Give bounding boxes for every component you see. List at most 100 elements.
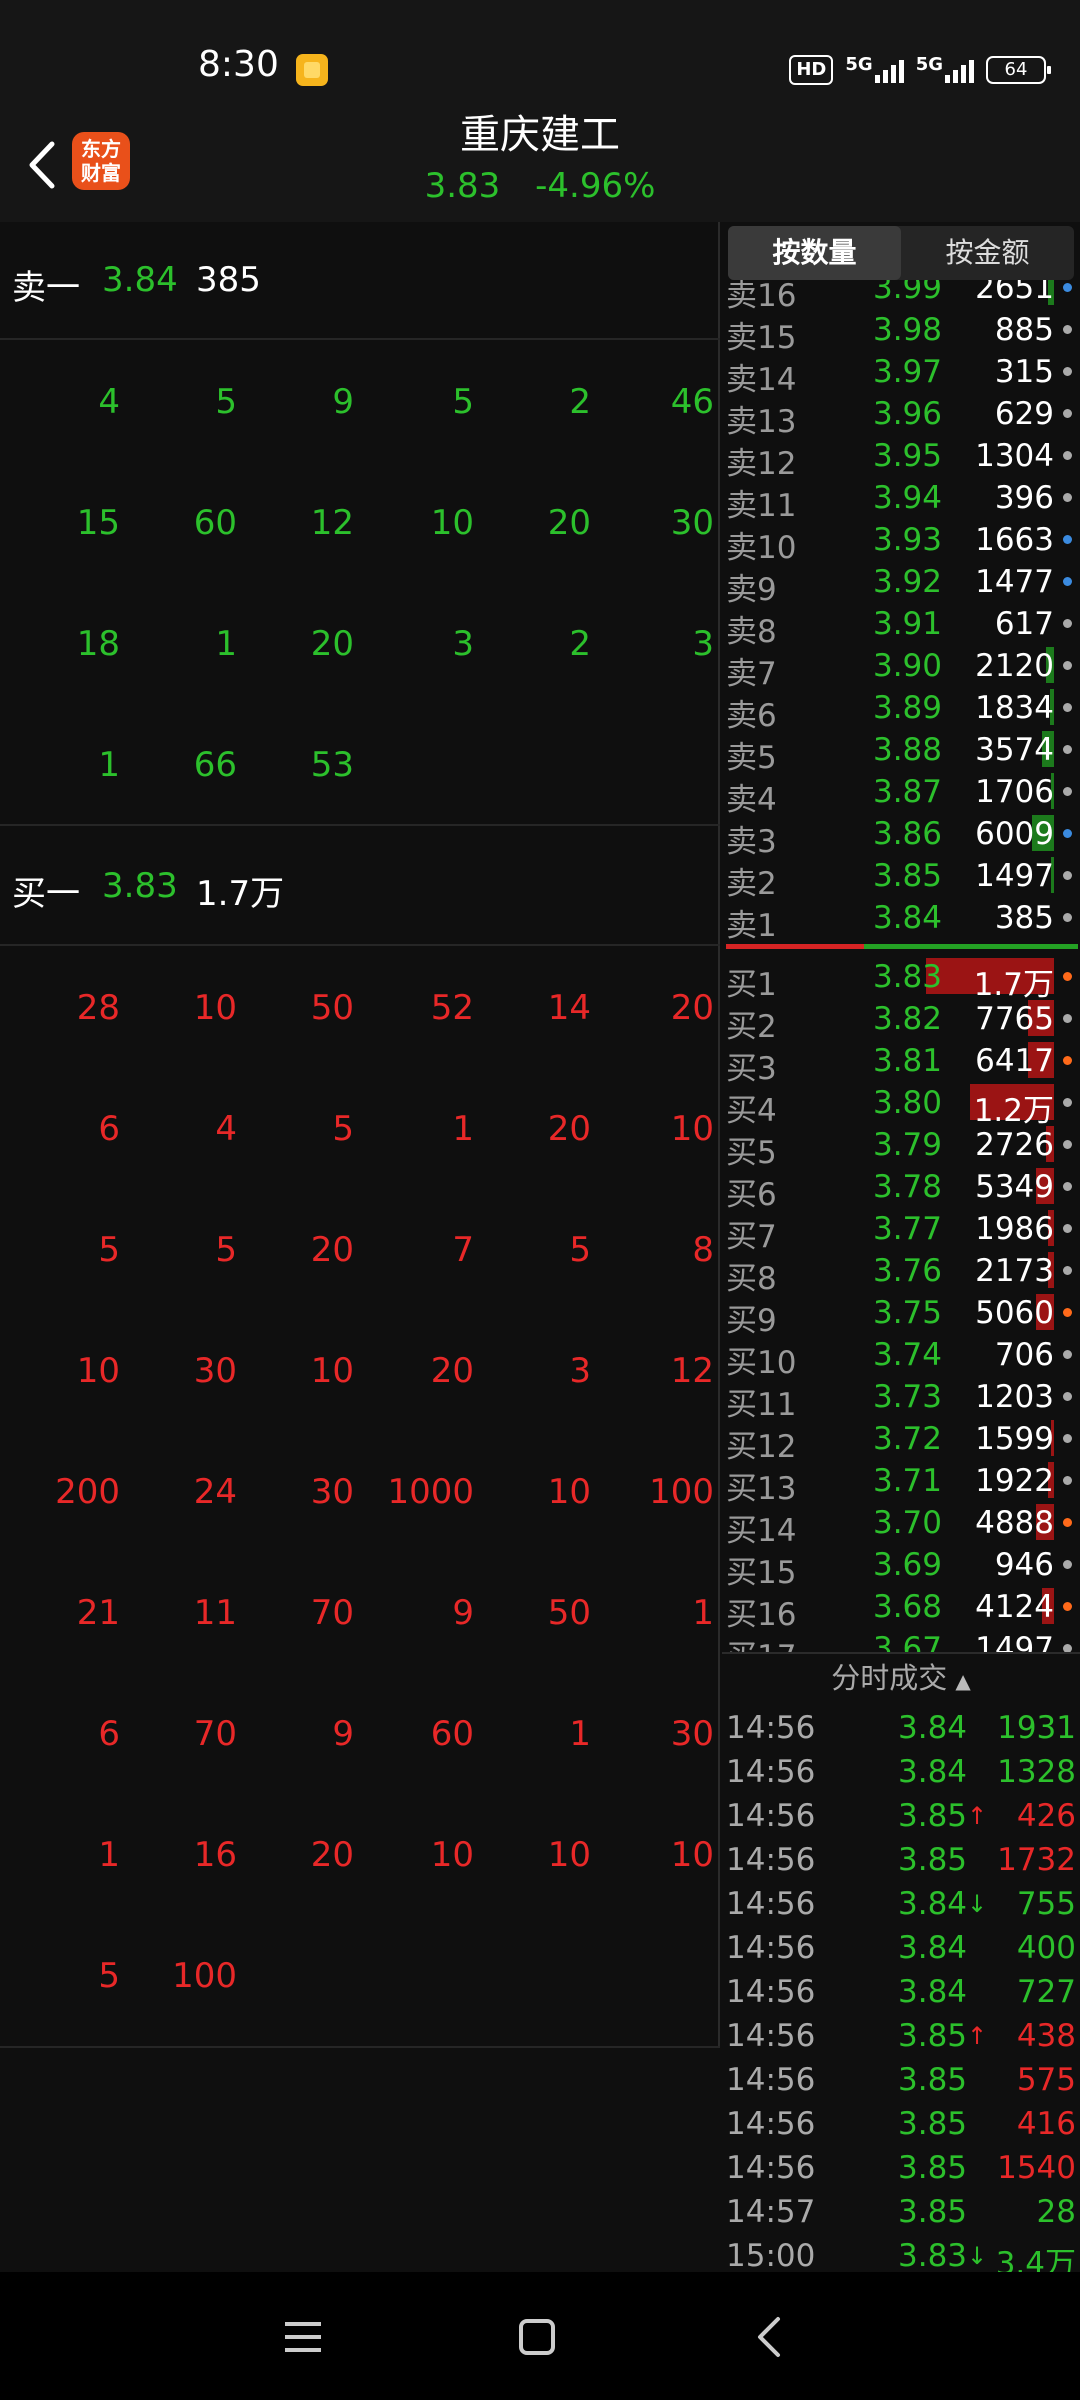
buy-queue-order: 30 (193, 1351, 237, 1391)
sell-queue-order: 18 (76, 624, 120, 664)
trade-volume: 438 (1016, 2018, 1076, 2054)
buy-level-volume: 4888 (975, 1505, 1054, 1541)
nav-menu-button[interactable] (268, 2302, 338, 2372)
trade-row: 14:56 3.85 575 (722, 2058, 1080, 2102)
buy-level-row[interactable]: 买8 3.76 2173 (722, 1249, 1080, 1297)
buy-level-row[interactable]: 买5 3.79 2726 (722, 1123, 1080, 1171)
buy-queue-row: 28 10 50 52 14 20 (0, 948, 720, 1069)
buy-queue-order: 1 (569, 1714, 591, 1754)
trade-time: 14:56 (726, 1974, 816, 2010)
trade-row: 14:56 3.85↑ 426 (722, 1794, 1080, 1838)
buy-queue-row: 1 16 20 10 10 10 (0, 1795, 720, 1916)
buy-level-row[interactable]: 买173.671497 (722, 1627, 1080, 1652)
sell1-volume: 385 (196, 260, 261, 300)
buy-level-row[interactable]: 买9 3.75 5060 (722, 1291, 1080, 1339)
buy-level-row[interactable]: 买16 3.68 4124 (722, 1585, 1080, 1633)
buy-level-row[interactable]: 买12 3.72 1599 (722, 1417, 1080, 1465)
buy-level-volume: 2726 (975, 1127, 1054, 1163)
back-button[interactable] (14, 130, 74, 200)
sell-level-row[interactable]: 卖10 3.93 1663 (722, 518, 1080, 566)
sell-level-row[interactable]: 卖14 3.97 315 (722, 350, 1080, 398)
buy-level-row[interactable]: 买7 3.77 1986 (722, 1207, 1080, 1255)
order-book-list[interactable]: 卖16 3.99 2651 卖15 3.98 885 卖14 3.97 315 卖13 3.96 62… (722, 280, 1080, 1652)
trade-price: 3.85↑ (898, 1798, 1008, 1834)
sell-level-volume: 1304 (975, 438, 1054, 474)
sell-queue-row: 1 66 53 (0, 705, 720, 826)
sell-level-row[interactable]: 卖11 3.94 396 (722, 476, 1080, 524)
buy-queue-order: 6 (98, 1714, 120, 1754)
sell-level-volume: 617 (994, 606, 1054, 642)
buy-queue-order: 1 (692, 1593, 714, 1633)
sell-level-volume: 1477 (975, 564, 1054, 600)
sell-queue-order: 4 (98, 382, 120, 422)
sell-level-row[interactable]: 卖8 3.91 617 (722, 602, 1080, 650)
sell-level-row[interactable]: 卖3 3.86 6009 (722, 812, 1080, 860)
buy-level-row[interactable]: 买2 3.82 7765 (722, 997, 1080, 1045)
sell-level-row[interactable]: 卖1 3.84 385 (722, 896, 1080, 944)
sell-level-row[interactable]: 卖13 3.96 629 (722, 392, 1080, 440)
stock-change: -4.96% (535, 166, 656, 206)
buy-level-volume: 706 (994, 1337, 1054, 1373)
trade-row: 14:57 3.85 28 (722, 2190, 1080, 2234)
network-type-2: 5G (915, 54, 943, 75)
buy-level-row[interactable]: 买11 3.73 1203 (722, 1375, 1080, 1423)
trades-title: 分时成交 (831, 1661, 948, 1695)
trade-price-value: 3.85 (898, 2150, 968, 2186)
buy-level-row[interactable]: 买3 3.81 6417 (722, 1039, 1080, 1087)
sell1-price: 3.84 (102, 260, 178, 300)
status-dot-icon (1063, 1140, 1072, 1149)
status-dot-icon (1063, 535, 1072, 544)
buy-queue-order: 6 (98, 1109, 120, 1149)
sell-level-row[interactable]: 卖7 3.90 2120 (722, 644, 1080, 692)
battery-icon: 64 (986, 56, 1051, 84)
sell-level-volume: 6009 (975, 816, 1054, 852)
trade-row: 14:56 3.85 416 (722, 2102, 1080, 2146)
trade-row: 14:56 3.85↑ 438 (722, 2014, 1080, 2058)
trade-price-value: 3.84 (898, 1974, 968, 2010)
nav-home-button[interactable] (502, 2302, 572, 2372)
sell-level-volume: 396 (994, 480, 1054, 516)
buy-level-row[interactable]: 买14 3.70 4888 (722, 1501, 1080, 1549)
sell-level-row[interactable]: 卖5 3.88 3574 (722, 728, 1080, 776)
buy-queue-order: 200 (55, 1472, 120, 1512)
buy-queue-order: 3 (569, 1351, 591, 1391)
app-logo[interactable]: 东方 财富 (72, 132, 130, 190)
sell-level-row[interactable]: 卖16 3.99 2651 (722, 280, 1080, 314)
trade-price: 3.84 (898, 1710, 1008, 1746)
trade-volume: 416 (1016, 2106, 1076, 2142)
sell-level-label: 卖1 (726, 908, 777, 944)
status-dot-icon (1063, 577, 1072, 586)
status-dot-icon (1063, 661, 1072, 670)
sell-level-row[interactable]: 卖12 3.95 1304 (722, 434, 1080, 482)
trade-time: 14:56 (726, 1930, 816, 1966)
tab-by-amount[interactable]: 按金额 (901, 226, 1074, 280)
buy-level-row[interactable]: 买1 3.83 1.7万 (722, 955, 1080, 1003)
tab-by-volume[interactable]: 按数量 (728, 226, 901, 280)
buy-level-row[interactable]: 买4 3.80 1.2万 (722, 1081, 1080, 1129)
buy-queue-order: 10 (670, 1109, 714, 1149)
buy-queue-order: 1000 (387, 1472, 474, 1512)
buy-level-row[interactable]: 买15 3.69 946 (722, 1543, 1080, 1591)
sell-level-row[interactable]: 卖9 3.92 1477 (722, 560, 1080, 608)
buy-level-row[interactable]: 买10 3.74 706 (722, 1333, 1080, 1381)
sell-level-volume: 3574 (975, 732, 1054, 768)
buy-level-row[interactable]: 买6 3.78 5349 (722, 1165, 1080, 1213)
sell-queue-order: 3 (692, 624, 714, 664)
sell-queue-order: 53 (310, 745, 354, 785)
sell-queue-order: 60 (193, 503, 237, 543)
buy1-volume: 1.7万 (196, 874, 285, 914)
trades-header[interactable]: 分时成交 ▲ (722, 1652, 1080, 1702)
sell-level-row[interactable]: 卖2 3.85 1497 (722, 854, 1080, 902)
buy-level-row[interactable]: 买13 3.71 1922 (722, 1459, 1080, 1507)
sell-level-row[interactable]: 卖15 3.98 885 (722, 308, 1080, 356)
sell-queue-order: 20 (310, 624, 354, 664)
sell-level-row[interactable]: 卖4 3.87 1706 (722, 770, 1080, 818)
sell-level-row[interactable]: 卖6 3.89 1834 (722, 686, 1080, 734)
buy-queue-order: 10 (310, 1351, 354, 1391)
status-dot-icon (1063, 1434, 1072, 1443)
buy-queue-row: 5 100 (0, 1916, 720, 2037)
buy-queue-row: 6 70 9 60 1 30 (0, 1674, 720, 1795)
sell-queue-order: 10 (430, 503, 474, 543)
nav-back-button[interactable] (736, 2302, 806, 2372)
trade-time: 14:56 (726, 1710, 816, 1746)
